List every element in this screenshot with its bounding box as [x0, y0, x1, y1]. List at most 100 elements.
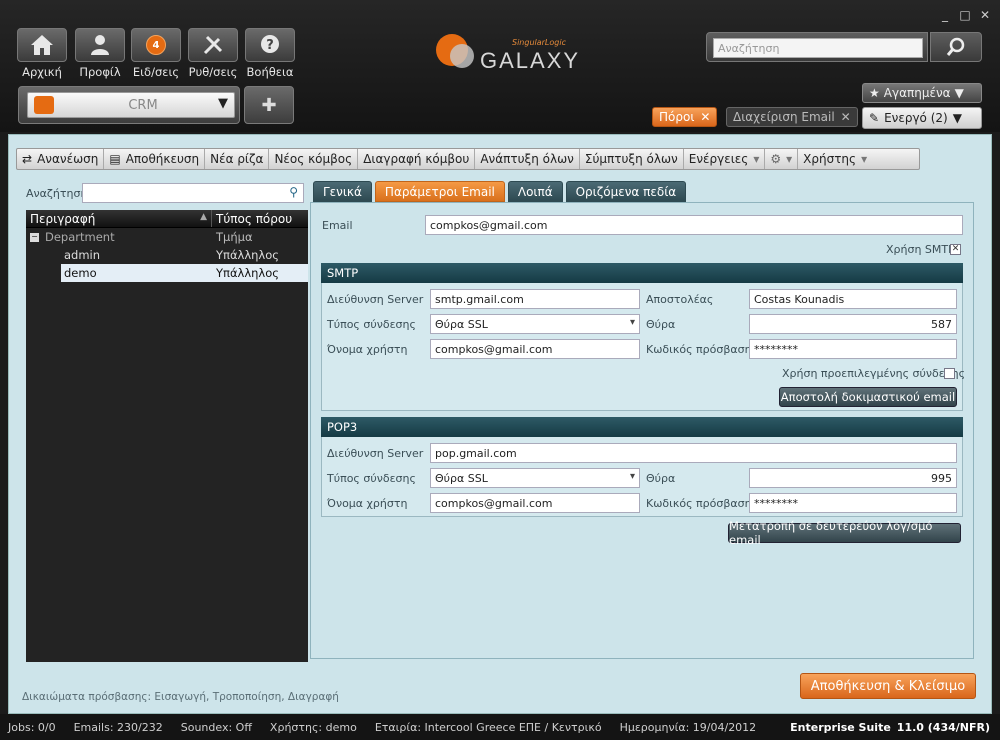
settings-menu[interactable]: ⚙ ▾ — [765, 149, 799, 169]
refresh-icon: ⇄ — [22, 152, 33, 166]
sender-field[interactable]: Costas Kounadis — [749, 289, 957, 309]
close-icon[interactable]: ✕ — [700, 110, 710, 124]
nav-notifications[interactable]: 4 Ειδ/σεις — [130, 28, 182, 79]
crm-icon — [34, 96, 54, 114]
expand-all-button[interactable]: Ανάπτυξη όλων — [475, 149, 580, 169]
nav-settings[interactable]: Ρυθ/σεις — [187, 28, 239, 79]
tree-search-input[interactable]: ⚲ — [82, 183, 304, 203]
plugin-button[interactable]: ✚ — [244, 86, 294, 124]
chevron-down-icon: ▾ — [861, 152, 868, 166]
active-windows-dropdown[interactable]: ✎ Ενεργό (2) ▼ — [862, 107, 982, 129]
notifications-icon: 4 — [131, 28, 181, 62]
pop3-password-label: Κωδικός πρόσβασης — [646, 497, 759, 510]
tab-custom-fields[interactable]: Οριζόμενα πεδία — [565, 181, 687, 202]
status-date: Ημερομηνία: 19/04/2012 — [619, 720, 757, 734]
search-icon[interactable]: ⚲ — [289, 185, 298, 199]
nav-help[interactable]: ? Βοήθεια — [244, 28, 296, 79]
nav-help-label: Βοήθεια — [246, 65, 294, 79]
nav-home[interactable]: Αρχική — [16, 28, 68, 79]
save-icon: ▤ — [109, 152, 121, 166]
minimize-button[interactable]: _ — [938, 8, 952, 22]
column-resource-type[interactable]: Τύπος πόρου — [212, 210, 296, 227]
logo-subtext: SingularLogic — [512, 38, 566, 47]
smtp-username-label: Όνομα χρήστη — [327, 343, 408, 356]
actions-label: Ενέργειες — [688, 152, 749, 166]
maximize-button[interactable]: □ — [958, 8, 972, 22]
actions-menu[interactable]: Ενέργειες ▾ — [684, 149, 766, 169]
global-search: Αναζήτηση — [706, 32, 928, 62]
send-test-email-button[interactable]: Αποστολή δοκιμαστικού email — [779, 387, 957, 407]
pop3-connection-type-select[interactable]: Θύρα SSL — [430, 468, 640, 488]
search-input[interactable]: Αναζήτηση — [713, 38, 923, 58]
pop3-server-label: Διεύθυνση Server — [327, 447, 424, 460]
resource-tree: Περιγραφή ▲ Τύπος πόρου − Department Τμήμ… — [26, 210, 308, 662]
toolbar: ⇄ Ανανέωση ▤ Αποθήκευση Νέα ρίζα Νέος κόμβ… — [16, 148, 920, 170]
pop3-server-field[interactable]: pop.gmail.com — [430, 443, 957, 463]
svg-text:?: ? — [266, 38, 274, 53]
tree-row[interactable]: − Department Τμήμα — [26, 228, 308, 246]
smtp-server-label: Διεύθυνση Server — [327, 293, 424, 306]
refresh-label: Ανανέωση — [37, 152, 99, 166]
active-label: Ενεργό (2) — [884, 111, 948, 125]
module-select[interactable]: CRM ▼ — [18, 86, 240, 124]
collapse-icon[interactable]: − — [30, 232, 39, 242]
smtp-port-field[interactable]: 587 — [749, 314, 957, 334]
sender-label: Αποστολέας — [646, 293, 714, 306]
smtp-server-field[interactable]: smtp.gmail.com — [430, 289, 640, 309]
nav-profile[interactable]: Προφίλ — [74, 28, 126, 79]
module-select-value: CRM — [128, 98, 158, 113]
open-tab-resources[interactable]: Πόροι ✕ — [652, 107, 718, 127]
search-icon — [946, 37, 965, 56]
tree-row[interactable]: admin Υπάλληλος — [26, 246, 308, 264]
favorites-dropdown[interactable]: ★ Αγαπημένα ▼ — [862, 83, 982, 103]
collapse-all-button[interactable]: Σύμπτυξη όλων — [580, 149, 684, 169]
notification-count-badge: 4 — [146, 35, 166, 55]
pencil-icon: ✎ — [869, 111, 880, 125]
delete-node-button[interactable]: Διαγραφή κόμβου — [358, 149, 476, 169]
use-smtp-checkbox[interactable]: ✕ — [950, 244, 961, 255]
tab-email-params[interactable]: Παράμετροι Email — [374, 181, 505, 202]
nav-notifications-label: Ειδ/σεις — [132, 65, 180, 79]
tree-row-selected[interactable]: demo Υπάλληλος — [61, 264, 308, 282]
pop3-port-field[interactable]: 995 — [749, 468, 957, 488]
user-menu[interactable]: Χρήστης ▾ — [798, 149, 872, 169]
pop3-connection-type-label: Τύπος σύνδεσης — [327, 472, 416, 485]
pop3-password-field[interactable]: ******** — [749, 493, 957, 513]
status-jobs: Jobs: 0/0 — [8, 720, 56, 734]
save-button[interactable]: ▤ Αποθήκευση — [104, 149, 206, 169]
help-icon: ? — [245, 28, 295, 62]
row-type: Υπάλληλος — [216, 248, 280, 262]
close-window-button[interactable]: ✕ — [978, 8, 992, 22]
pop3-username-field[interactable]: compkos@gmail.com — [430, 493, 640, 513]
pop3-port-label: Θύρα — [646, 472, 676, 485]
logo-text: GALAXY — [480, 48, 581, 73]
row-type: Υπάλληλος — [216, 266, 280, 280]
status-soundex: Soundex: Off — [180, 720, 252, 734]
tab-other[interactable]: Λοιπά — [507, 181, 563, 202]
default-connection-label: Χρήση προεπιλεγμένης σύνδεσης — [782, 367, 966, 380]
use-smtp-label: Χρήση SMTP — [886, 243, 955, 256]
close-icon[interactable]: ✕ — [841, 110, 851, 124]
status-company: Εταιρία: Intercool Greece ΕΠΕ / Κεντρικό — [374, 720, 602, 734]
search-button[interactable] — [930, 32, 982, 62]
nav-profile-label: Προφίλ — [79, 65, 121, 79]
row-name: Department — [45, 230, 115, 244]
smtp-section-title: SMTP — [321, 263, 963, 283]
save-and-close-button[interactable]: Αποθήκευση & Κλείσιμο — [800, 673, 976, 699]
tab-general[interactable]: Γενικά — [313, 181, 372, 202]
new-node-button[interactable]: Νέος κόμβος — [269, 149, 359, 169]
column-description[interactable]: Περιγραφή ▲ — [26, 210, 212, 227]
smtp-connection-type-select[interactable]: Θύρα SSL — [430, 314, 640, 334]
user-label: Χρήστης — [803, 152, 857, 166]
new-root-button[interactable]: Νέα ρίζα — [205, 149, 270, 169]
pop3-section-title: POP3 — [321, 417, 963, 437]
pop3-username-label: Όνομα χρήστη — [327, 497, 408, 510]
smtp-password-field[interactable]: ******** — [749, 339, 957, 359]
chevron-down-icon: ▼ — [952, 111, 962, 125]
email-field[interactable]: compkos@gmail.com — [425, 215, 963, 235]
convert-secondary-email-button[interactable]: Μετατροπή σε δευτερεύον λογ/σμό email — [728, 519, 961, 547]
refresh-button[interactable]: ⇄ Ανανέωση — [17, 149, 105, 169]
open-tab-email-management[interactable]: Διαχείριση Email ✕ — [726, 107, 858, 127]
default-connection-checkbox[interactable] — [944, 368, 955, 379]
smtp-username-field[interactable]: compkos@gmail.com — [430, 339, 640, 359]
